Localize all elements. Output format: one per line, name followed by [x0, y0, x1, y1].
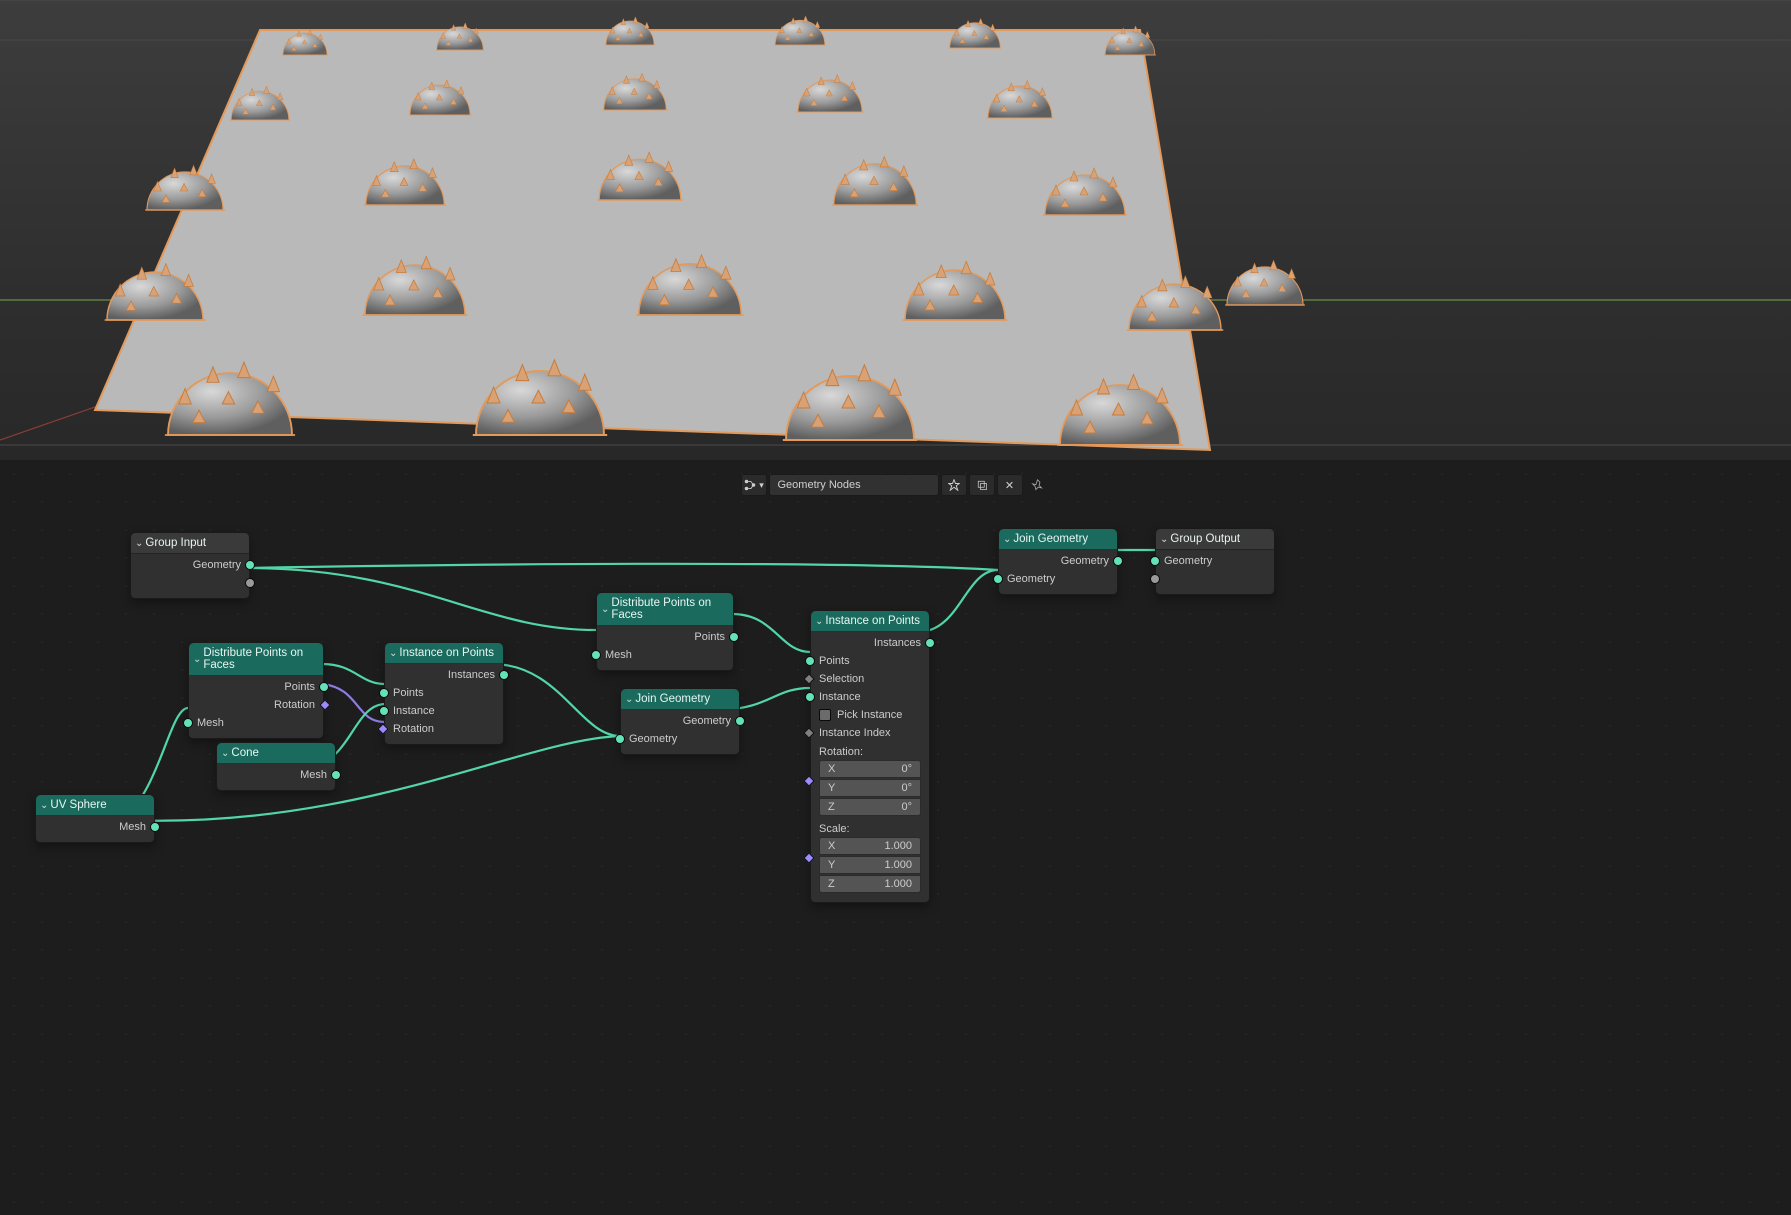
value: 0°	[901, 801, 912, 813]
node-title-label: Group Input	[145, 537, 206, 549]
socket-label: Geometry	[1007, 573, 1055, 585]
value: 1.000	[884, 878, 912, 890]
rotation-y-field[interactable]: Y0°	[819, 779, 921, 797]
socket-label: Instance	[393, 705, 435, 717]
socket-label: Pick Instance	[837, 709, 902, 721]
value: 0°	[901, 763, 912, 775]
node-title-label: Join Geometry	[635, 693, 710, 705]
socket-label: Points	[393, 687, 424, 699]
socket-geometry-out[interactable]	[245, 560, 255, 570]
node-tree-browse-button[interactable]: ▾	[741, 474, 767, 496]
value: 1.000	[884, 859, 912, 871]
vector-label: Scale:	[819, 823, 921, 835]
unlink-button[interactable]: ✕	[997, 474, 1023, 496]
node-title-label: Group Output	[1170, 533, 1240, 545]
socket-label: Instance	[819, 691, 861, 703]
socket-label: Geometry	[629, 733, 677, 745]
node-title: ⌄Distribute Points on Faces	[189, 643, 323, 676]
node-title-label: Cone	[231, 747, 259, 759]
socket-label: Points	[819, 655, 850, 667]
socket-label: Mesh	[300, 769, 327, 781]
node-title-label: Instance on Points	[399, 647, 494, 659]
socket-instances-out[interactable]	[499, 670, 509, 680]
scale-x-field[interactable]: X1.000	[819, 837, 921, 855]
socket-label: Instances	[448, 669, 495, 681]
socket-geometry-in[interactable]	[993, 574, 1003, 584]
socket-geometry-in[interactable]	[615, 734, 625, 744]
node-group-input[interactable]: ⌄Group Input Geometry	[130, 532, 250, 599]
node-title: ⌄Join Geometry	[999, 529, 1117, 550]
node-group-output[interactable]: ⌄Group Output Geometry	[1155, 528, 1275, 595]
node-title: ⌄Group Input	[131, 533, 249, 554]
node-uv-sphere[interactable]: ⌄UV Sphere Mesh	[35, 794, 155, 843]
socket-label: Geometry	[193, 559, 241, 571]
node-cone[interactable]: ⌄Cone Mesh	[216, 742, 336, 791]
socket-label: Rotation	[393, 723, 434, 735]
rotation-z-field[interactable]: Z0°	[819, 798, 921, 816]
node-join-geometry-1[interactable]: ⌄Join Geometry Geometry Geometry	[620, 688, 740, 755]
node-editor-header: ▾ Geometry Nodes ✕	[741, 474, 1051, 496]
node-title: ⌄Join Geometry	[621, 689, 739, 710]
socket-geometry-out[interactable]	[1113, 556, 1123, 566]
socket-mesh-out[interactable]	[331, 770, 341, 780]
socket-instance-in[interactable]	[805, 692, 815, 702]
socket-virtual-out[interactable]	[245, 578, 255, 588]
socket-points-in[interactable]	[805, 656, 815, 666]
socket-label: Rotation	[274, 699, 315, 711]
socket-instances-out[interactable]	[925, 638, 935, 648]
scale-y-field[interactable]: Y1.000	[819, 856, 921, 874]
socket-label: Mesh	[197, 717, 224, 729]
node-join-geometry-2[interactable]: ⌄Join Geometry Geometry Geometry	[998, 528, 1118, 595]
socket-label: Instances	[874, 637, 921, 649]
socket-label: Points	[694, 631, 725, 643]
node-tree-name-field[interactable]: Geometry Nodes	[769, 474, 939, 496]
pick-instance-checkbox[interactable]	[819, 709, 831, 721]
node-title-label: UV Sphere	[50, 799, 106, 811]
socket-mesh-out[interactable]	[150, 822, 160, 832]
node-instance-on-points-2[interactable]: ⌄Instance on Points Instances Points Sel…	[810, 610, 930, 903]
node-title-label: Join Geometry	[1013, 533, 1088, 545]
socket-geometry-in[interactable]	[1150, 556, 1160, 566]
socket-geometry-out[interactable]	[735, 716, 745, 726]
socket-instance-in[interactable]	[379, 706, 389, 716]
socket-points-in[interactable]	[379, 688, 389, 698]
node-title-label: Distribute Points on Faces	[203, 647, 317, 671]
node-title-label: Instance on Points	[825, 615, 920, 627]
scale-z-field[interactable]: Z1.000	[819, 875, 921, 893]
rotation-x-field[interactable]: X0°	[819, 760, 921, 778]
node-title: ⌄UV Sphere	[36, 795, 154, 816]
node-instance-on-points-1[interactable]: ⌄Instance on Points Instances Points Ins…	[384, 642, 504, 745]
node-title: ⌄Instance on Points	[385, 643, 503, 664]
socket-virtual-in[interactable]	[1150, 574, 1160, 584]
vector-label: Rotation:	[819, 746, 921, 758]
viewport-3d[interactable]	[0, 0, 1791, 460]
socket-label: Selection	[819, 673, 864, 685]
node-title: ⌄Cone	[217, 743, 335, 764]
socket-label: Geometry	[683, 715, 731, 727]
socket-label: Geometry	[1164, 555, 1212, 567]
value: 1.000	[884, 840, 912, 852]
fake-user-button[interactable]	[941, 474, 967, 496]
value: 0°	[901, 782, 912, 794]
node-distribute-points-2[interactable]: ⌄Distribute Points on Faces Points Mesh	[596, 592, 734, 671]
socket-label: Points	[284, 681, 315, 693]
socket-label: Geometry	[1061, 555, 1109, 567]
node-title: ⌄Instance on Points	[811, 611, 929, 632]
pin-button[interactable]	[1025, 474, 1051, 496]
node-title-label: Distribute Points on Faces	[611, 597, 727, 621]
geometry-node-editor[interactable]: ▾ Geometry Nodes ✕	[0, 460, 1791, 1215]
socket-points-out[interactable]	[729, 632, 739, 642]
socket-points-out[interactable]	[319, 682, 329, 692]
socket-label: Mesh	[119, 821, 146, 833]
node-title: ⌄Distribute Points on Faces	[597, 593, 733, 626]
duplicate-button[interactable]	[969, 474, 995, 496]
socket-mesh-in[interactable]	[591, 650, 601, 660]
socket-mesh-in[interactable]	[183, 718, 193, 728]
node-title: ⌄Group Output	[1156, 529, 1274, 550]
socket-label: Mesh	[605, 649, 632, 661]
node-distribute-points-1[interactable]: ⌄Distribute Points on Faces Points Rotat…	[188, 642, 324, 739]
socket-label: Instance Index	[819, 727, 891, 739]
